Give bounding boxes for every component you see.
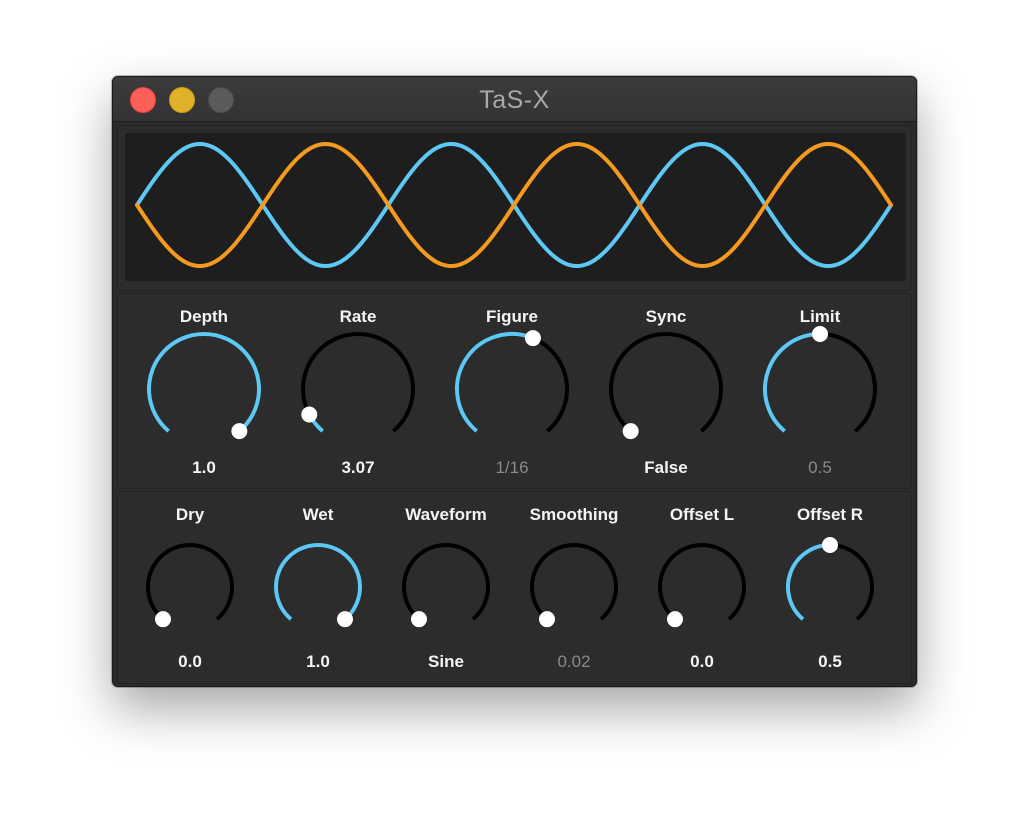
- wet-value: 1.0: [306, 652, 330, 671]
- offset-r-knob[interactable]: Offset R 0.5: [768, 492, 892, 683]
- depth-knob[interactable]: Depth 1.0: [134, 294, 274, 488]
- figure-dial[interactable]: [442, 319, 582, 459]
- rate-handle[interactable]: [301, 406, 318, 423]
- waveform-knob[interactable]: Waveform Sine: [384, 492, 508, 683]
- offset-r-dial[interactable]: [773, 530, 887, 644]
- dry-handle[interactable]: [155, 611, 171, 628]
- sync-value: False: [644, 458, 688, 477]
- mix-controls-panel: Dry 0.0 Wet 1.0 Waveform Sine Smoothing 0.02 Off…: [117, 491, 912, 684]
- smoothing-dial[interactable]: [517, 530, 631, 644]
- wet-handle[interactable]: [337, 611, 353, 628]
- waveform-plot: [135, 141, 893, 269]
- limit-dial[interactable]: [750, 319, 890, 459]
- waveform-label: Waveform: [405, 505, 487, 524]
- smoothing-value: 0.02: [557, 652, 591, 671]
- wet-label: Wet: [302, 505, 334, 524]
- offset-l-track: [658, 543, 746, 621]
- depth-level-arc: [147, 331, 261, 433]
- limit-level-arc: [763, 332, 821, 433]
- depth-dial[interactable]: [134, 319, 274, 459]
- dry-value: 0.0: [178, 652, 202, 671]
- dry-track: [146, 543, 234, 621]
- scope-panel: [117, 125, 912, 291]
- depth-handle[interactable]: [231, 423, 248, 440]
- smoothing-track: [530, 543, 618, 621]
- sync-dial[interactable]: [596, 319, 736, 459]
- wet-dial[interactable]: [261, 530, 375, 644]
- title-bar[interactable]: TaS-X: [113, 77, 916, 122]
- waveform-display: [125, 133, 906, 281]
- offset-l-value: 0.0: [690, 652, 714, 671]
- limit-value: 0.5: [808, 458, 832, 477]
- offset-r-handle[interactable]: [822, 537, 838, 553]
- smoothing-handle[interactable]: [539, 611, 555, 628]
- limit-knob[interactable]: Limit 0.5: [750, 294, 890, 488]
- sync-track: [609, 331, 723, 433]
- dry-label: Dry: [175, 505, 205, 524]
- smoothing-knob[interactable]: Smoothing 0.02: [512, 492, 636, 683]
- figure-value: 1/16: [495, 458, 529, 477]
- waveform-handle[interactable]: [411, 611, 427, 628]
- depth-value: 1.0: [192, 458, 216, 477]
- offset-l-label: Offset L: [669, 505, 735, 524]
- smoothing-label: Smoothing: [529, 505, 619, 524]
- rate-dial[interactable]: [288, 319, 428, 459]
- waveform-value: Sine: [428, 652, 464, 671]
- offset-r-label: Offset R: [796, 505, 864, 524]
- offset-l-knob[interactable]: Offset L 0.0: [640, 492, 764, 683]
- waveform-track: [402, 543, 490, 621]
- offset-r-value: 0.5: [818, 652, 842, 671]
- offset-l-handle[interactable]: [667, 611, 683, 628]
- sync-handle[interactable]: [622, 423, 639, 440]
- rate-value: 3.07: [341, 458, 375, 477]
- offset-r-level-arc: [786, 543, 831, 621]
- figure-knob[interactable]: Figure 1/16: [442, 294, 582, 488]
- figure-level-arc: [455, 332, 534, 433]
- rate-track: [301, 331, 415, 433]
- dry-knob[interactable]: Dry 0.0: [128, 492, 252, 683]
- wet-level-arc: [274, 543, 362, 621]
- rate-knob[interactable]: Rate 3.07: [288, 294, 428, 488]
- offset-l-dial[interactable]: [645, 530, 759, 644]
- dry-dial[interactable]: [133, 530, 247, 644]
- modulation-controls-panel: Depth 1.0 Rate 3.07 Figure 1/16 Sync False Limit…: [117, 293, 912, 489]
- figure-handle[interactable]: [524, 330, 541, 347]
- limit-handle[interactable]: [812, 326, 828, 342]
- right-lfo-wave: [135, 141, 893, 269]
- wet-knob[interactable]: Wet 1.0: [256, 492, 380, 683]
- waveform-dial[interactable]: [389, 530, 503, 644]
- plugin-window: TaS-X Depth 1.0 Rate 3.07 Figure 1/16 Sync Fals…: [112, 76, 917, 687]
- sync-knob[interactable]: Sync False: [596, 294, 736, 488]
- window-title: TaS-X: [479, 86, 550, 114]
